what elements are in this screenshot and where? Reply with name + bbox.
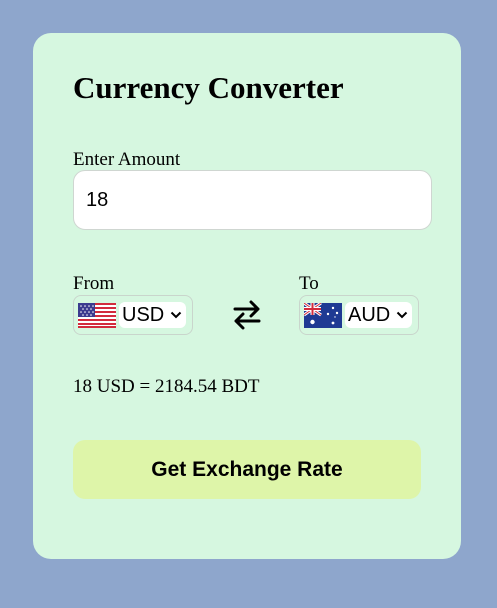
us-flag-icon — [78, 302, 116, 328]
exchange-result-text: 18 USD = 2184.54 BDT — [73, 376, 260, 397]
chevron-down-icon — [397, 311, 408, 319]
from-label: From — [73, 273, 115, 294]
from-currency-select[interactable]: USD — [73, 295, 193, 335]
to-currency-select[interactable]: AUD — [299, 295, 419, 335]
swap-arrows-icon[interactable] — [232, 298, 262, 332]
to-currency-value[interactable]: AUD — [345, 302, 413, 328]
to-currency-code: AUD — [348, 303, 391, 326]
amount-input[interactable] — [73, 170, 432, 230]
from-currency-code: USD — [122, 303, 165, 326]
chevron-down-icon — [171, 311, 182, 319]
to-label: To — [299, 273, 319, 294]
page-title: Currency Converter — [73, 70, 344, 105]
from-currency-value[interactable]: USD — [119, 302, 187, 328]
converter-card: Currency Converter Enter Amount From — [33, 33, 461, 559]
get-exchange-rate-button[interactable]: Get Exchange Rate — [73, 440, 421, 499]
amount-label: Enter Amount — [73, 149, 181, 170]
au-flag-icon — [304, 302, 342, 328]
